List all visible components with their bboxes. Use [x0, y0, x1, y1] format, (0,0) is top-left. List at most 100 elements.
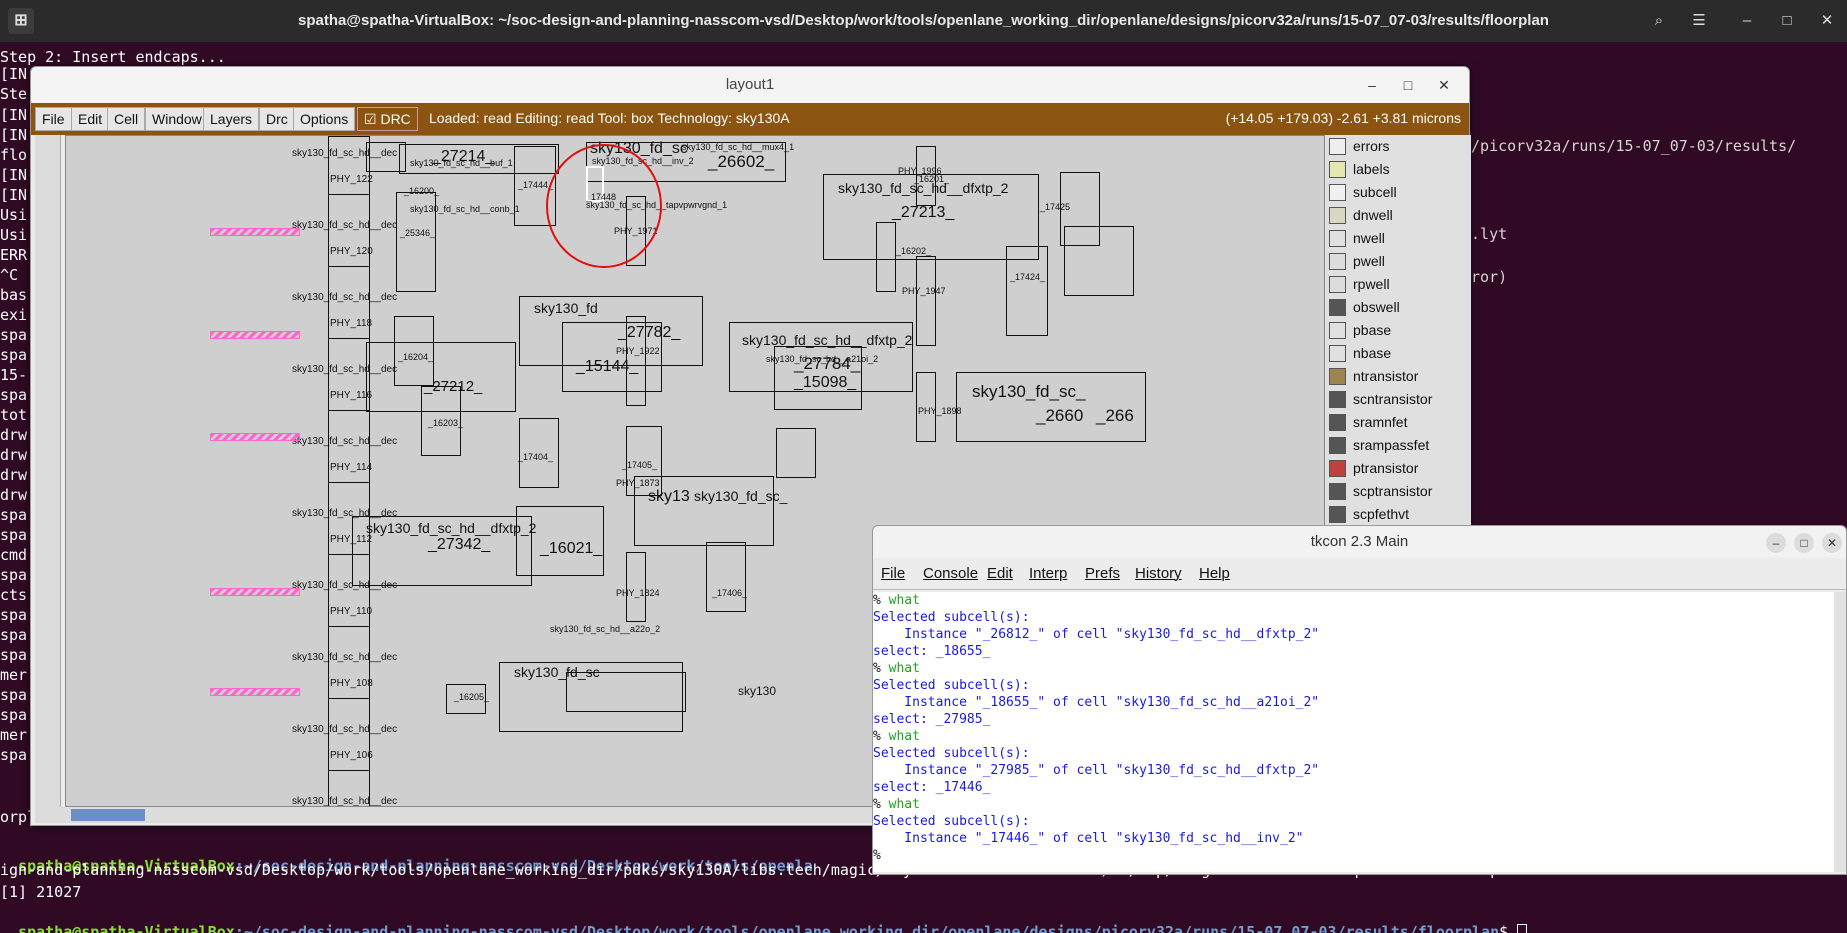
cell-instance-label: sky130_fd_sc_hd__a22o_2 — [550, 624, 661, 634]
terminal-fragment: spa — [0, 566, 28, 584]
terminal-fragment: cts — [0, 586, 28, 604]
console-output-line: Instance "_27985_" of cell "sky130_fd_sc… — [873, 763, 1320, 778]
tkcon-titlebar: tkcon 2.3 Main – □ ✕ — [873, 526, 1846, 558]
minimize-icon[interactable]: – — [1766, 533, 1786, 553]
phy-label: PHY_118 — [330, 318, 373, 329]
layer-swatch-icon — [1329, 368, 1346, 385]
row-divider — [328, 410, 370, 411]
cell-name-label: sky130_fd_sc_ — [694, 488, 788, 504]
text-cursor — [1517, 923, 1528, 933]
console-command: what — [888, 729, 920, 744]
layer-item[interactable]: scptransistor — [1325, 480, 1471, 503]
layer-item[interactable]: srampassfet — [1325, 434, 1471, 457]
cell-box[interactable] — [916, 256, 936, 346]
layer-item[interactable]: scpfethvt — [1325, 503, 1471, 525]
minimize-icon[interactable]: – — [1732, 7, 1762, 35]
decap-label: sky130_fd_sc_hd__dec — [292, 436, 398, 447]
menu-drc[interactable]: Drc — [259, 107, 295, 131]
terminal-current-prompt[interactable]: spatha@spatha-VirtualBox:~/soc-design-an… — [0, 905, 1528, 933]
tk-menu-edit[interactable]: Edit — [987, 565, 1013, 582]
tk-menu-help[interactable]: Help — [1199, 565, 1230, 582]
layer-item[interactable]: nbase — [1325, 342, 1471, 365]
minimize-icon[interactable]: – — [1357, 67, 1387, 103]
cell-instance-label: sky130_fd_sc_hd__conb_1 — [410, 204, 520, 214]
terminal-fragment: tot — [0, 406, 28, 424]
decap-label: sky130_fd_sc_hd__dec — [292, 724, 398, 735]
tkcon-window[interactable]: tkcon 2.3 Main – □ ✕ File Console Edit I… — [872, 525, 1847, 875]
cursor-coordinates: (+14.05 +179.03) -2.61 +3.81 microns — [1225, 110, 1461, 126]
cell-instance-label: _16201_ — [914, 174, 950, 184]
drc-toggle[interactable]: ☑ DRC — [357, 107, 418, 131]
search-icon[interactable]: ⌕ — [1644, 7, 1674, 35]
layer-item[interactable]: ptransistor — [1325, 457, 1471, 480]
close-icon[interactable]: ✕ — [1822, 533, 1842, 553]
close-icon[interactable]: ✕ — [1429, 67, 1459, 103]
cell-instance-label: _17425 — [1040, 202, 1071, 212]
layer-swatch-icon — [1329, 230, 1346, 247]
layer-item[interactable]: errors — [1325, 135, 1471, 158]
horizontal-scroll-thumb[interactable] — [71, 809, 145, 821]
io-pin-bar — [210, 433, 300, 441]
layout-window-titlebar: layout1 – □ ✕ — [31, 67, 1469, 103]
cell-instance-label: _17406_ — [712, 588, 748, 598]
cell-box[interactable] — [876, 222, 896, 292]
layer-item[interactable]: rpwell — [1325, 273, 1471, 296]
layer-item[interactable]: pwell — [1325, 250, 1471, 273]
menu-edit[interactable]: Edit — [71, 107, 110, 131]
tkcon-scrollbar[interactable] — [1834, 592, 1846, 872]
console-prompt-line: % what — [873, 660, 1836, 677]
tk-menu-prefs[interactable]: Prefs — [1085, 565, 1120, 582]
maximize-icon[interactable]: □ — [1393, 67, 1423, 103]
menu-layers[interactable]: Layers — [203, 107, 260, 131]
layer-swatch-icon — [1329, 299, 1346, 316]
layer-item[interactable]: obswell — [1325, 296, 1471, 319]
close-icon[interactable]: ✕ — [1812, 7, 1842, 35]
terminal-fragment: Usi — [0, 206, 28, 224]
tk-menu-file[interactable]: File — [881, 565, 905, 582]
terminal-fragment: Ste — [0, 85, 28, 103]
console-output-line: Instance "_26812_" of cell "sky130_fd_sc… — [873, 627, 1320, 642]
console-output-line: Selected subcell(s): — [873, 678, 1030, 693]
layer-item[interactable]: subcell — [1325, 181, 1471, 204]
layer-item[interactable]: ntransistor — [1325, 365, 1471, 388]
layer-item[interactable]: sramnfet — [1325, 411, 1471, 434]
layer-item[interactable]: labels — [1325, 158, 1471, 181]
prompt-user: spatha@spatha-VirtualBox — [18, 923, 235, 933]
vertical-scrollbar[interactable] — [35, 135, 61, 807]
terminal-fragment: exi — [0, 306, 28, 324]
maximize-icon[interactable]: □ — [1772, 7, 1802, 35]
layer-item[interactable]: nwell — [1325, 227, 1471, 250]
cell-box[interactable] — [706, 542, 746, 612]
tkcon-title: tkcon 2.3 Main — [1310, 533, 1409, 550]
cell-box[interactable] — [776, 428, 816, 478]
menu-cell[interactable]: Cell — [107, 107, 146, 131]
cell-name-label: sky130_fd_sc_hd__dfxtp_2 — [366, 520, 537, 536]
layout-status: Loaded: read Editing: read Tool: box Tec… — [429, 110, 790, 126]
tk-menu-history[interactable]: History — [1135, 565, 1182, 582]
cell-name-label: _27782_ — [618, 324, 681, 341]
cell-box[interactable] — [626, 552, 646, 622]
menu-file[interactable]: File — [35, 107, 72, 131]
cell-name-label: sky130_fd — [534, 300, 598, 316]
cell-box[interactable] — [1064, 226, 1134, 296]
layer-item[interactable]: dnwell — [1325, 204, 1471, 227]
cell-instance-label: _16200_ — [404, 186, 440, 196]
layer-item[interactable]: scntransistor — [1325, 388, 1471, 411]
hamburger-menu-icon[interactable]: ☰ — [1684, 7, 1714, 35]
layer-item[interactable]: pbase — [1325, 319, 1471, 342]
menu-options[interactable]: Options — [293, 107, 356, 131]
tk-menu-interp[interactable]: Interp — [1029, 565, 1067, 582]
tk-menu-console[interactable]: Console — [923, 565, 978, 582]
layer-swatch-icon — [1329, 276, 1346, 293]
tkcon-console[interactable]: % what Selected subcell(s): Instance "_26… — [873, 592, 1836, 872]
terminal-fragment: spa — [0, 606, 28, 624]
menu-window[interactable]: Window — [145, 107, 209, 131]
terminal-fragment: [IN — [0, 186, 28, 204]
cell-box[interactable] — [1006, 246, 1048, 336]
cell-instance-label: PHY_1922 — [616, 346, 660, 356]
terminal-fragment: drw — [0, 466, 28, 484]
cell-instance-label: PHY_1947 — [902, 286, 946, 296]
terminal-title: spatha@spatha-VirtualBox: ~/soc-design-a… — [298, 12, 1549, 29]
maximize-icon[interactable]: □ — [1794, 533, 1814, 553]
row-divider — [328, 698, 370, 699]
